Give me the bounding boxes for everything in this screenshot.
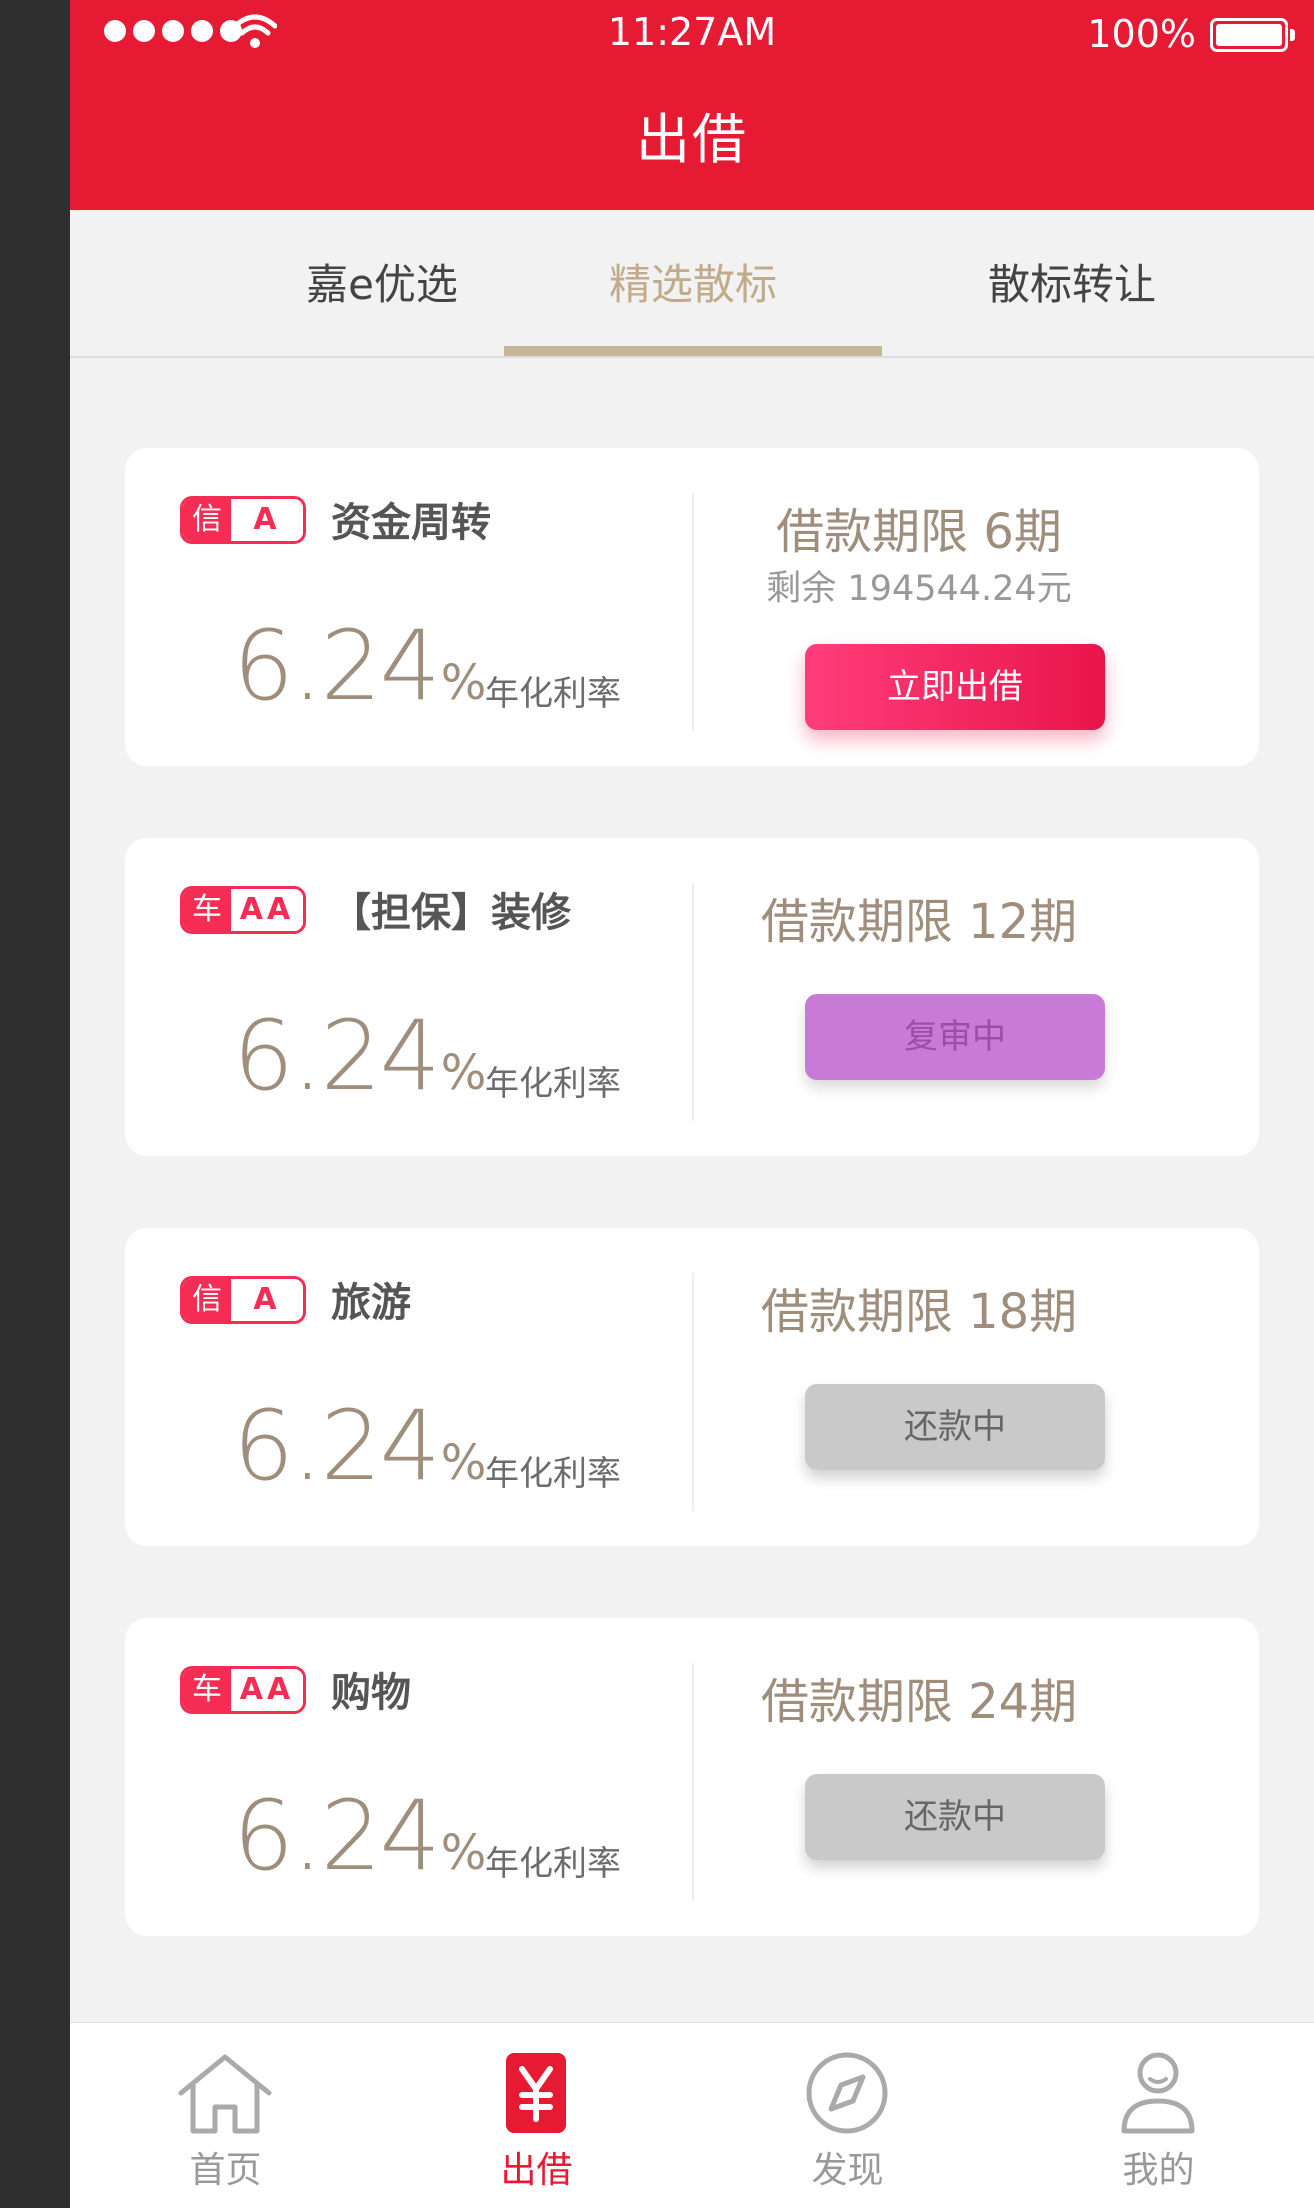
loan-term: 借款期限 12期 (760, 894, 1078, 950)
yuan-icon (506, 2053, 566, 2133)
rate-value: 6.24 (233, 1000, 441, 1112)
credit-badge: 信 A (180, 1276, 306, 1324)
battery-icon (1210, 18, 1295, 52)
phone-screen: 11:27AM 100% 出借 嘉e优选 精选散标 散标转让 信 A 资金周转 … (70, 0, 1314, 2208)
repaying-button[interactable]: 还款中 (805, 1774, 1105, 1860)
card-divider (692, 493, 694, 731)
tabbar-mine[interactable]: 我的 (1003, 2023, 1314, 2208)
card-divider (692, 883, 694, 1121)
card-divider (692, 1663, 694, 1901)
rate-unit: % (440, 1825, 487, 1881)
home-icon (178, 2054, 272, 2134)
loan-title: 旅游 (331, 1280, 411, 1326)
tab-selected-loans[interactable]: 精选散标 (503, 210, 883, 358)
rate-unit: % (440, 655, 487, 711)
badge-type: 信 (183, 1279, 231, 1321)
rate-unit: % (440, 1435, 487, 1491)
rate-label: 年化利率 (485, 1064, 621, 1104)
interest-rate: 6.24% (233, 1780, 486, 1892)
rate-unit: % (440, 1045, 487, 1101)
rate-value: 6.24 (233, 610, 441, 722)
tab-loan-transfer[interactable]: 散标转让 (882, 210, 1262, 358)
tabbar-label: 我的 (1122, 2150, 1195, 2191)
badge-grade: AA (231, 889, 303, 931)
badge-type: 车 (183, 1669, 231, 1711)
badge-type: 信 (183, 499, 231, 541)
compass-icon (806, 2052, 888, 2134)
rate-label: 年化利率 (485, 1454, 621, 1494)
active-tab-indicator (504, 346, 882, 356)
tabbar-discover[interactable]: 发现 (692, 2023, 1003, 2208)
loan-card[interactable]: 车 AA 购物 6.24% 年化利率 借款期限 24期 还款中 (125, 1618, 1259, 1936)
interest-rate: 6.24% (233, 1390, 486, 1502)
page-title: 出借 (636, 108, 748, 171)
credit-badge: 车 AA (180, 1666, 306, 1714)
badge-grade: A (231, 499, 303, 541)
credit-badge: 信 A (180, 496, 306, 544)
tabbar-label: 出借 (500, 2150, 573, 2191)
loan-title: 资金周转 (331, 500, 491, 546)
battery-percentage: 100% (1087, 12, 1196, 56)
rate-value: 6.24 (233, 1780, 441, 1892)
badge-type: 车 (183, 889, 231, 931)
loan-title: 购物 (331, 1670, 411, 1716)
tabbar-home[interactable]: 首页 (70, 2023, 381, 2208)
repaying-button[interactable]: 还款中 (805, 1384, 1105, 1470)
loan-term: 借款期限 6期 (776, 504, 1062, 560)
loan-card[interactable]: 信 A 资金周转 6.24% 年化利率 借款期限 6期 剩余 194544.24… (125, 448, 1259, 766)
credit-badge: 车 AA (180, 886, 306, 934)
interest-rate: 6.24% (233, 610, 486, 722)
loan-card[interactable]: 信 A 旅游 6.24% 年化利率 借款期限 18期 还款中 (125, 1228, 1259, 1546)
loan-title: 【担保】装修 (331, 890, 571, 936)
loan-card[interactable]: 车 AA 【担保】装修 6.24% 年化利率 借款期限 12期 复审中 (125, 838, 1259, 1156)
rate-label: 年化利率 (485, 674, 621, 714)
tabbar-invest[interactable]: 出借 (381, 2023, 692, 2208)
under-review-button[interactable]: 复审中 (805, 994, 1105, 1080)
loan-term: 借款期限 24期 (760, 1674, 1078, 1730)
tabbar-label: 发现 (811, 2150, 884, 2191)
tabbar-label: 首页 (189, 2150, 262, 2191)
rate-value: 6.24 (233, 1390, 441, 1502)
rate-label: 年化利率 (485, 1844, 621, 1884)
loan-term: 借款期限 18期 (760, 1284, 1078, 1340)
interest-rate: 6.24% (233, 1000, 486, 1112)
badge-grade: AA (231, 1669, 303, 1711)
bottom-tab-bar: 首页 出借 发现 我的 (70, 2022, 1314, 2208)
user-icon (1121, 2052, 1195, 2134)
card-divider (692, 1273, 694, 1511)
remaining-amount: 剩余 194544.24元 (766, 569, 1072, 609)
segment-tabs: 嘉e优选 精选散标 散标转让 (70, 210, 1314, 358)
invest-now-button[interactable]: 立即出借 (805, 644, 1105, 730)
top-bar: 11:27AM 100% 出借 (70, 0, 1314, 210)
badge-grade: A (231, 1279, 303, 1321)
